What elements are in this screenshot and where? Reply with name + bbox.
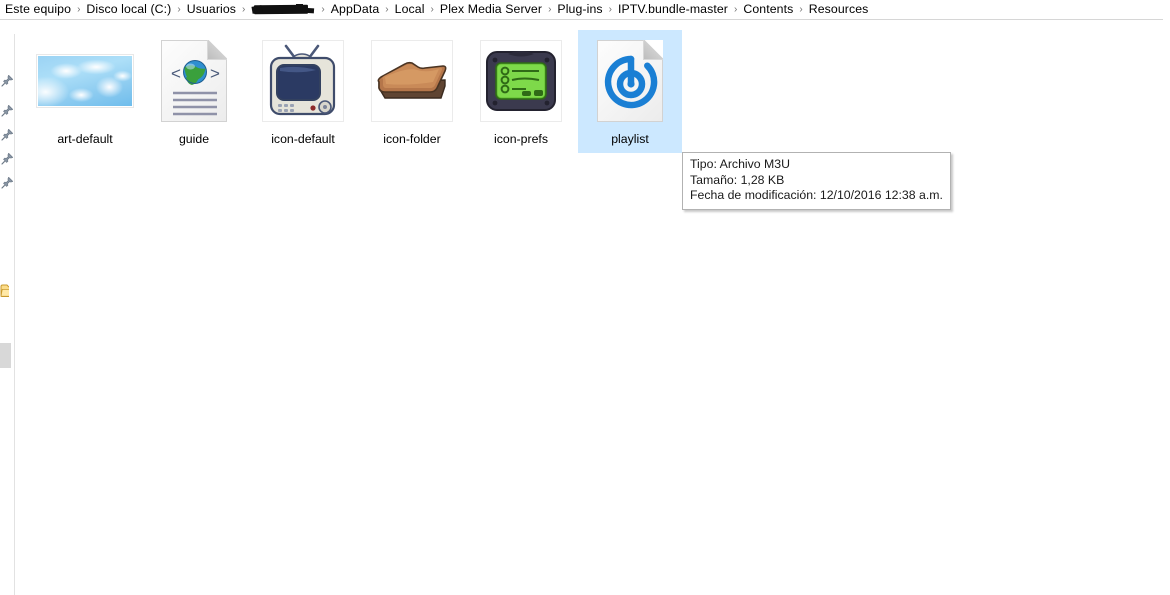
- breadcrumb-item[interactable]: Disco local (C:): [85, 0, 172, 19]
- pin-icon[interactable]: [1, 104, 14, 117]
- breadcrumb-separator: ›: [734, 4, 738, 15]
- tooltip-line: Fecha de modificación: 12/10/2016 12:38 …: [690, 188, 943, 202]
- breadcrumb-item-redacted[interactable]: [251, 4, 315, 15]
- file-label: art-default: [57, 132, 113, 146]
- breadcrumb-separator: ›: [608, 4, 612, 15]
- breadcrumb-separator: ›: [548, 4, 552, 15]
- media-playlist-icon: [597, 40, 663, 122]
- file-icon[interactable]: [251, 30, 355, 132]
- breadcrumb-separator: ›: [77, 4, 81, 15]
- retro-tv-icon: [262, 40, 344, 122]
- green-lcd-device-icon: [480, 40, 562, 122]
- sky-photo-thumbnail: [37, 55, 133, 107]
- file-item[interactable]: icon-folder: [360, 30, 464, 153]
- tooltip-line: Tamaño: 1,28 KB: [690, 172, 785, 187]
- file-label: icon-folder: [383, 132, 441, 146]
- breadcrumb[interactable]: Este equipo › Disco local (C:) › Usuarios › › A…: [0, 0, 1170, 19]
- breadcrumb-item[interactable]: Usuarios: [186, 0, 237, 19]
- breadcrumb-separator: ›: [242, 4, 246, 15]
- breadcrumb-separator: ›: [430, 4, 434, 15]
- file-label: guide: [178, 132, 210, 146]
- breadcrumb-item[interactable]: Plex Media Server: [439, 0, 543, 19]
- breadcrumb-item[interactable]: AppData: [330, 0, 381, 19]
- pin-icon[interactable]: [1, 176, 14, 189]
- file-list[interactable]: art-default < > guide icon-default icon-folde…: [15, 20, 1163, 595]
- breadcrumb-item[interactable]: IPTV.bundle-master: [617, 0, 729, 19]
- file-icon[interactable]: [33, 30, 137, 132]
- folder-icon[interactable]: [0, 284, 9, 297]
- file-icon[interactable]: < >: [142, 30, 246, 132]
- file-item[interactable]: icon-prefs: [469, 30, 573, 153]
- svg-text:<: <: [171, 64, 181, 83]
- navigation-pane[interactable]: [0, 20, 14, 595]
- file-item[interactable]: < > guide: [142, 30, 246, 153]
- html-document-icon: < >: [161, 40, 227, 122]
- breadcrumb-item[interactable]: Plug-ins: [556, 0, 603, 19]
- breadcrumb-separator: ›: [385, 4, 389, 15]
- tooltip-line: Tipo: Archivo M3U: [690, 157, 791, 171]
- breadcrumb-separator: ›: [321, 4, 325, 15]
- file-icon[interactable]: [469, 30, 573, 132]
- file-label: icon-default: [271, 132, 335, 146]
- file-label: icon-prefs: [494, 132, 548, 146]
- breadcrumb-separator: ›: [177, 4, 181, 15]
- file-tooltip: Tipo: Archivo M3U Tamaño: 1,28 KB Fecha de…: [682, 152, 951, 210]
- navigation-scrollbar-thumb[interactable]: [0, 343, 11, 368]
- breadcrumb-item[interactable]: Resources: [808, 0, 870, 19]
- breadcrumb-item[interactable]: Contents: [742, 0, 794, 19]
- file-item[interactable]: icon-default: [251, 30, 355, 153]
- copper-folder-icon: [371, 40, 453, 122]
- svg-text:>: >: [210, 64, 220, 83]
- breadcrumb-item[interactable]: Local: [394, 0, 426, 19]
- pin-icon[interactable]: [1, 152, 14, 165]
- file-item[interactable]: art-default: [33, 30, 137, 153]
- breadcrumb-separator: ›: [799, 4, 803, 15]
- file-item[interactable]: playlist: [578, 30, 682, 153]
- file-label: playlist: [611, 132, 649, 146]
- pin-icon[interactable]: [1, 128, 14, 141]
- file-icon[interactable]: [360, 30, 464, 132]
- breadcrumb-item[interactable]: Este equipo: [4, 0, 72, 19]
- pin-icon[interactable]: [1, 74, 14, 87]
- file-icon[interactable]: [578, 30, 682, 132]
